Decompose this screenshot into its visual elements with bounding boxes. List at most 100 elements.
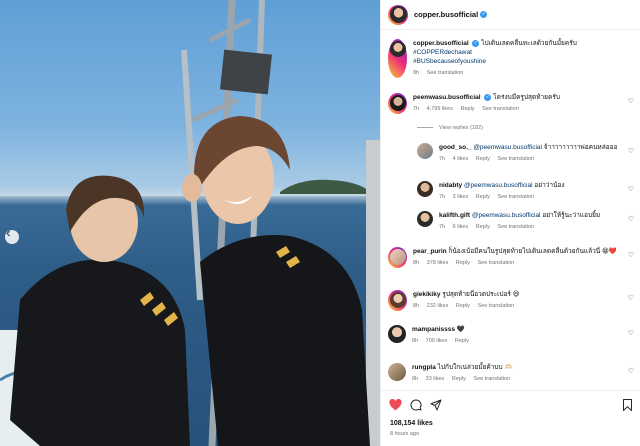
heart-icon[interactable]: ♡ <box>628 329 634 337</box>
post-photo[interactable] <box>0 0 380 446</box>
post-actions: 108,154 likes 8 hours ago <box>381 390 640 446</box>
comment-username[interactable]: mampanissss <box>412 326 455 333</box>
post-like-count[interactable]: 108,154 likes <box>390 420 433 427</box>
photo-illustration <box>0 0 380 446</box>
view-replies-button[interactable]: View replies (182) <box>417 125 483 131</box>
reply-button[interactable]: Reply <box>456 260 470 266</box>
avatar[interactable] <box>417 143 433 159</box>
reply-time: 7h <box>439 194 446 200</box>
avatar[interactable] <box>388 363 406 381</box>
reply-username[interactable]: nidabty <box>439 182 462 189</box>
avatar <box>389 6 407 23</box>
comment-emoji: 😁❤️ <box>601 248 617 255</box>
reply-username[interactable]: good_so._ <box>439 144 472 151</box>
verified-icon: ✓ <box>484 93 492 101</box>
reply-text: อย่าให้รู้นะว่าแอบยิ้ม <box>542 212 601 219</box>
avatar[interactable] <box>389 40 406 57</box>
see-translation-link[interactable]: See translation <box>482 106 519 112</box>
comment-emoji: 😆 <box>512 291 520 298</box>
hashtag-link[interactable]: #BUSbecauseofyoushine <box>413 58 486 65</box>
comment-username[interactable]: rungpla <box>412 364 436 371</box>
caption-time: 8h <box>413 70 420 76</box>
comment-likes[interactable]: 4,799 likes <box>427 106 453 112</box>
comments-panel: copper.busofficial ✓ copper.busofficial … <box>380 0 640 446</box>
heart-icon[interactable]: ♡ <box>628 215 634 223</box>
comment-icon[interactable] <box>410 399 422 411</box>
reply-time: 7h <box>439 156 446 162</box>
verified-icon: ✓ <box>480 11 488 18</box>
reply-item: kalifth.gift @peemwasu.busofficial อย่าใ… <box>417 211 625 232</box>
avatar[interactable] <box>417 211 433 227</box>
carousel-prev-button[interactable] <box>5 230 19 244</box>
heart-icon[interactable] <box>389 399 402 411</box>
caption-text: ไปเดินเลดคลื่นทะเลด้วยกันมั้ยครับ <box>481 40 577 47</box>
reply-likes[interactable]: 4 likes <box>453 156 469 162</box>
reply-likes[interactable]: 6 likes <box>453 224 469 230</box>
post-author-username[interactable]: copper.busofficial <box>414 10 478 19</box>
heart-icon[interactable]: ♡ <box>628 294 634 302</box>
comment-item: pear_purin ก็น้องเบ้อมีคนในรูปสุดท้ายไปเ… <box>388 247 628 268</box>
comment-item: rungpla ไปกับใกเน่ล่วยมั้ยค้าบบ 🫶🏻 8h 33… <box>388 363 627 384</box>
comment-time: 8h <box>413 260 420 266</box>
mention-link[interactable]: @peemwasu.busofficial <box>472 212 541 219</box>
avatar[interactable] <box>417 181 433 197</box>
reply-username[interactable]: kalifth.gift <box>439 212 470 219</box>
comment-emoji: 🖤 <box>456 326 465 333</box>
caption-item: copper.busofficial ✓ ไปเดินเลดคลื่นทะเลด… <box>388 39 628 78</box>
comment-text: ไปกับใกเน่ล่วยมั้ยค้าบบ <box>437 364 503 371</box>
comment-likes[interactable]: 378 likes <box>427 260 449 266</box>
comment-text: ก็น้องเบ้อมีคนในรูปสุดท้ายไปเดินเลดคลื่น… <box>448 248 601 255</box>
avatar[interactable] <box>388 325 406 343</box>
see-translation-link[interactable]: See translation <box>497 194 534 200</box>
see-translation-link[interactable]: See translation <box>478 303 515 309</box>
author-avatar-ring[interactable] <box>388 4 408 25</box>
heart-icon[interactable]: ♡ <box>628 251 634 259</box>
reply-button[interactable]: Reply <box>476 224 490 230</box>
reply-button[interactable]: Reply <box>455 338 469 344</box>
comment-username[interactable]: peemwasu.busofficial <box>413 94 481 101</box>
post-timestamp: 8 hours ago <box>390 431 420 437</box>
reply-text: อย่าว่าน้อง <box>534 182 565 189</box>
bookmark-icon[interactable] <box>622 399 633 411</box>
see-translation-link[interactable]: See translation <box>497 156 534 162</box>
reply-time: 7h <box>439 224 446 230</box>
comment-username[interactable]: giekikiky <box>413 291 440 298</box>
avatar[interactable] <box>389 248 406 265</box>
comment-time: 8h <box>413 303 420 309</box>
comment-item: peemwasu.busofficial ✓ โคร่งบมีครูปสุดท้… <box>388 93 628 114</box>
reply-button[interactable]: Reply <box>476 156 490 162</box>
mention-link[interactable]: @peemwasu.busofficial <box>464 182 533 189</box>
heart-icon[interactable]: ♡ <box>628 185 634 193</box>
reply-item: nidabty @peemwasu.busofficial อย่าว่าน้อ… <box>417 181 625 202</box>
comment-time: 8h <box>412 338 419 344</box>
comments-list[interactable]: copper.busofficial ✓ ไปเดินเลดคลื่นทะเลด… <box>381 31 640 388</box>
see-translation-link[interactable]: See translation <box>473 376 510 382</box>
mention-link[interactable]: @peemwasu.busofficial <box>473 144 542 151</box>
comment-item: giekikiky รูปสุดท้ายนี่อวดประเปอร์ 😆 8h … <box>388 290 628 311</box>
comment-username[interactable]: pear_purin <box>413 248 447 255</box>
reply-button[interactable]: Reply <box>460 106 474 112</box>
see-translation-link[interactable]: See translation <box>497 224 534 230</box>
reply-button[interactable]: Reply <box>476 194 490 200</box>
verified-icon: ✓ <box>472 39 480 47</box>
comment-likes[interactable]: 33 likes <box>426 376 445 382</box>
see-translation-link[interactable]: See translation <box>427 70 464 76</box>
comment-likes[interactable]: 232 likes <box>427 303 449 309</box>
heart-icon[interactable]: ♡ <box>628 367 634 375</box>
see-translation-link[interactable]: See translation <box>478 260 515 266</box>
comment-time: 8h <box>412 376 419 382</box>
caption-username[interactable]: copper.busofficial <box>413 40 469 47</box>
hashtag-link[interactable]: #COPPERdechawat <box>413 49 472 56</box>
reply-button[interactable]: Reply <box>452 376 466 382</box>
reply-text: จ้าาาาาาาาาพ่อคนหล่อออ <box>543 144 618 151</box>
reply-likes[interactable]: 3 likes <box>453 194 469 200</box>
comment-emoji: 🫶🏻 <box>504 364 513 371</box>
comment-likes[interactable]: 700 likes <box>426 338 448 344</box>
reply-button[interactable]: Reply <box>456 303 470 309</box>
avatar[interactable] <box>389 291 406 308</box>
avatar[interactable] <box>389 94 406 111</box>
heart-icon[interactable]: ♡ <box>628 147 634 155</box>
share-icon[interactable] <box>430 399 442 411</box>
chevron-left-icon <box>6 230 10 237</box>
heart-icon[interactable]: ♡ <box>628 97 634 105</box>
